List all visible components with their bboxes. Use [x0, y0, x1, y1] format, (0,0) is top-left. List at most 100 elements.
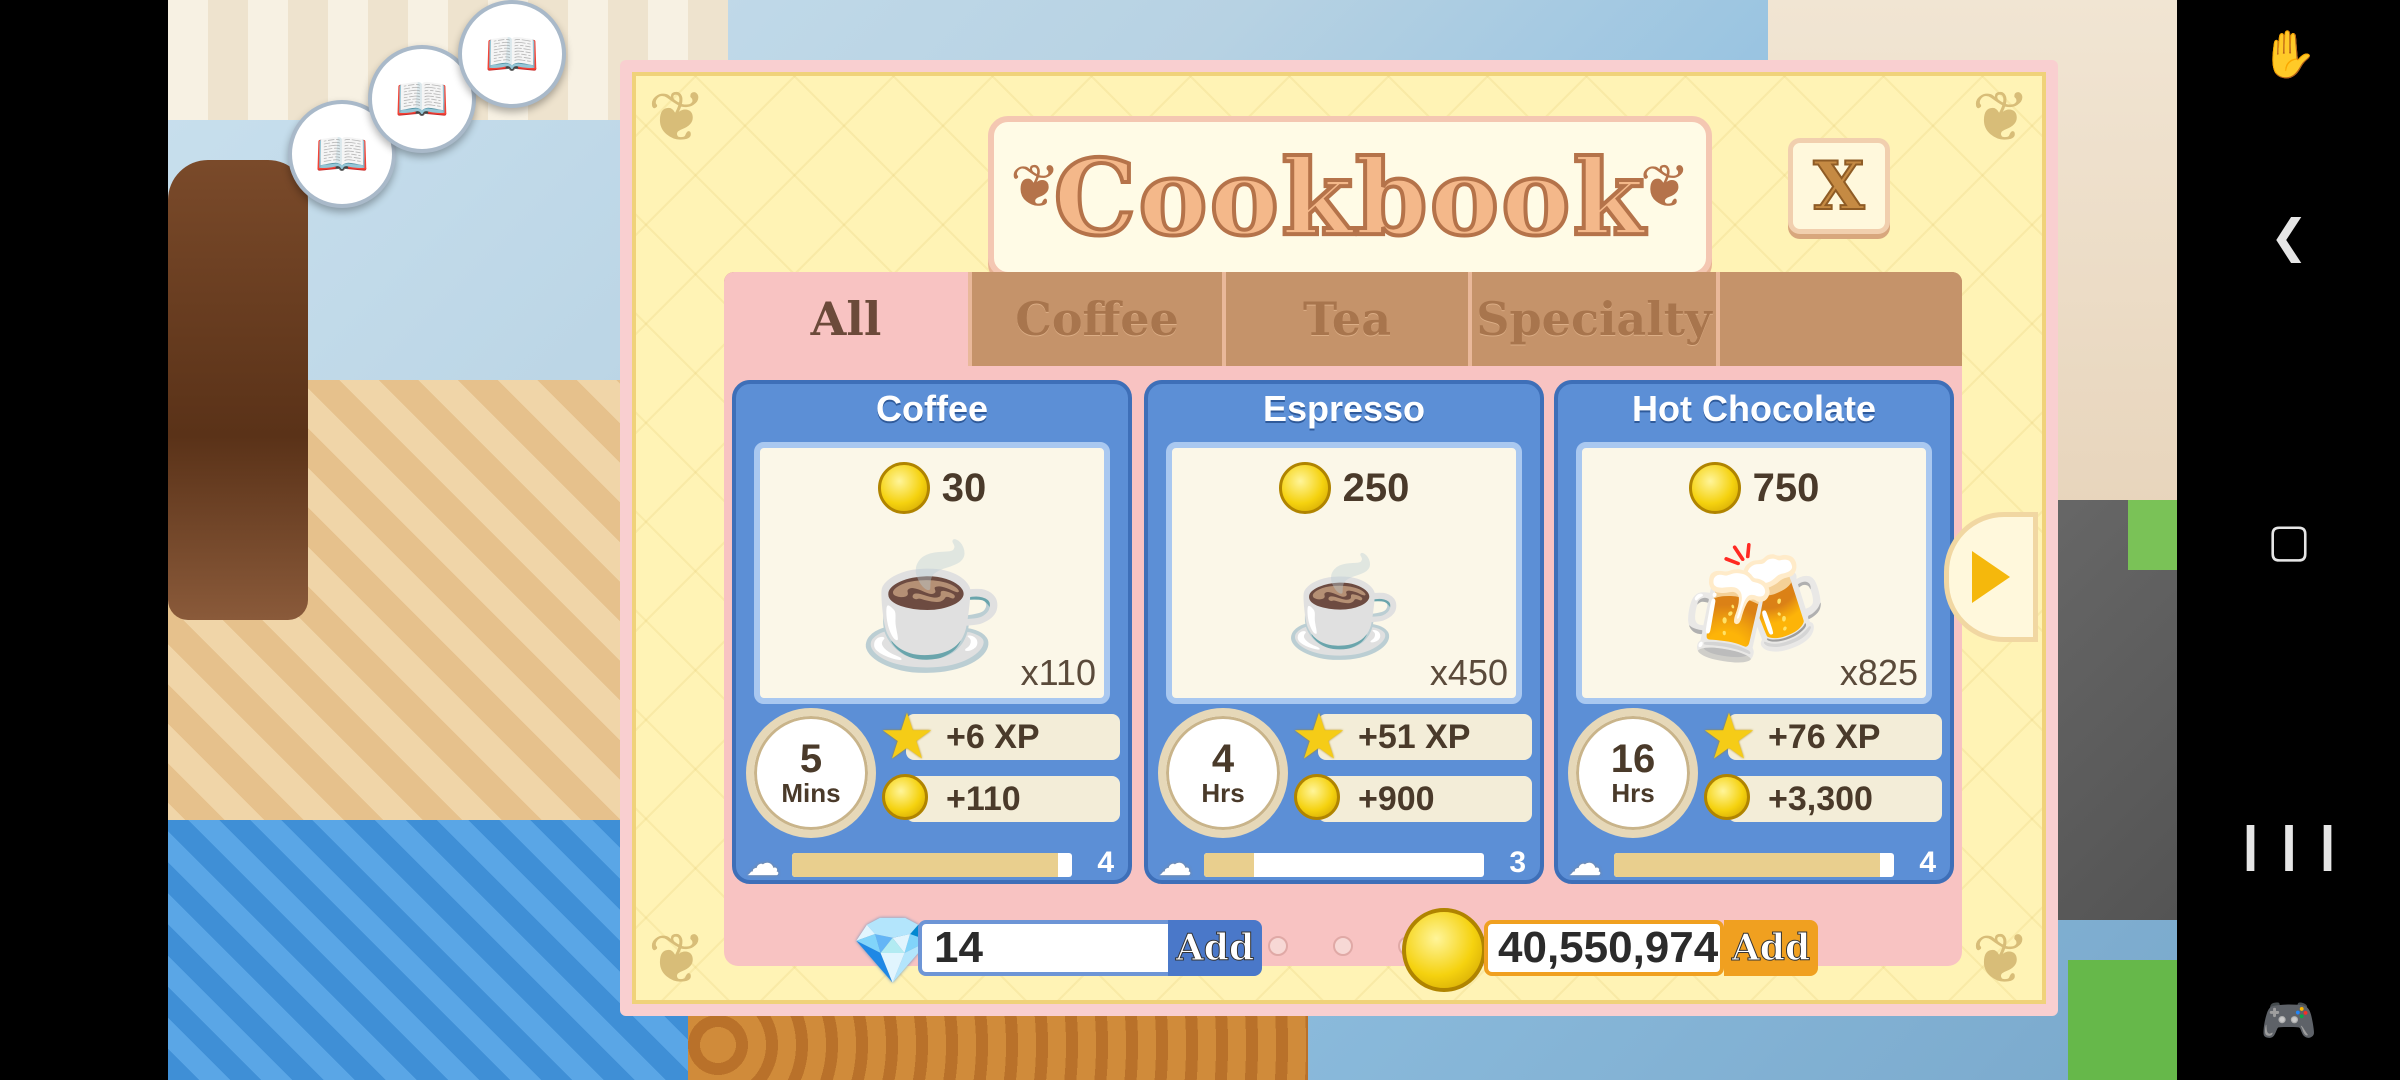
star-icon: ★	[1703, 705, 1755, 768]
cook-time-value: 5	[799, 736, 823, 781]
gem-balance: 💎 14 Add	[848, 914, 1278, 986]
servings-count: x825	[1839, 652, 1918, 693]
screen-touch-icon[interactable]: ✋	[2257, 22, 2321, 86]
recipe-art: 750 🍻 x825	[1576, 442, 1932, 704]
mastery-progress: ☁ 4	[1568, 845, 1944, 883]
title-banner: ❦ Cookbook ❦	[988, 116, 1712, 278]
coin-reward-text: +3,300	[1768, 779, 1873, 818]
xp-reward: ★ +51 XP	[1294, 708, 1532, 766]
servings-count: x450	[1429, 652, 1508, 693]
xp-reward-text: +51 XP	[1358, 717, 1471, 756]
close-button[interactable]: X	[1788, 138, 1890, 234]
arrow-right-icon	[1972, 551, 2010, 603]
coin-balance: 40,550,974 Add	[1402, 908, 1842, 992]
back-icon[interactable]: ❮	[2257, 204, 2321, 268]
tab-all[interactable]: All	[724, 272, 972, 366]
recipe-card-hot-chocolate[interactable]: Hot Chocolate 750 🍻 x825 16 Hrs ★ +76 XP	[1554, 380, 1954, 884]
cook-time-unit: Hrs	[1611, 777, 1655, 808]
clock-icon: 16 Hrs	[1568, 708, 1698, 838]
system-nav-bar: ✋ ❮ ▢ ❙❙❙ 🎮	[2177, 0, 2400, 1080]
swirl-ornament-icon: ❦	[1639, 153, 1690, 220]
cook-time-value: 4	[1211, 736, 1235, 781]
corner-flourish-icon: ❦	[1971, 920, 2031, 998]
scene-grass	[2068, 960, 2177, 1080]
star-icon: ★	[881, 705, 933, 768]
tab-specialty[interactable]: Specialty	[1472, 272, 1720, 366]
coin-icon	[1704, 774, 1750, 820]
xp-reward-text: +76 XP	[1768, 717, 1881, 756]
game-tools-icon[interactable]: 🎮	[2257, 988, 2321, 1052]
chef-hat-icon: ☁	[746, 845, 780, 883]
dialog-title: Cookbook	[1051, 134, 1647, 261]
xp-reward: ★ +6 XP	[882, 708, 1120, 766]
progress-fill	[1614, 853, 1880, 877]
progress-track	[1204, 853, 1484, 877]
coin-reward-text: +900	[1358, 779, 1435, 818]
coin-icon	[1278, 462, 1331, 514]
star-icon: ★	[1293, 705, 1345, 768]
cook-time-unit: Hrs	[1201, 777, 1245, 808]
recipe-price: 250	[1342, 465, 1410, 510]
recipe-price: 750	[1752, 465, 1820, 510]
hot-chocolate-glass-icon: 🍻	[1679, 540, 1829, 674]
page-dot[interactable]	[1333, 936, 1353, 956]
price-row: 250	[1172, 462, 1516, 514]
home-icon[interactable]: ▢	[2257, 508, 2321, 572]
progress-fill	[1204, 853, 1255, 877]
coin-reward: +900	[1294, 774, 1532, 822]
category-tabs: All Coffee Tea Specialty	[724, 272, 1962, 366]
gem-count: 14	[918, 920, 1180, 976]
coin-count: 40,550,974	[1484, 920, 1724, 976]
corner-flourish-icon: ❦	[647, 920, 707, 998]
coin-reward-text: +110	[946, 779, 1021, 818]
cookbook-bubble-icon[interactable]: 📖	[458, 0, 566, 108]
recents-icon[interactable]: ❙❙❙	[2231, 812, 2347, 876]
add-gems-button[interactable]: Add	[1168, 920, 1262, 976]
coin-reward: +3,300	[1704, 774, 1942, 822]
cookbook-dialog: ❦ ❦ ❦ ❦ ❦ Cookbook ❦ X All Coffee Tea Sp…	[620, 60, 2058, 1016]
scene-grass-corner	[2128, 500, 2177, 570]
muffin-display	[688, 1010, 1308, 1080]
mastery-level: 4	[1097, 846, 1114, 879]
swirl-ornament-icon: ❦	[1010, 153, 1061, 220]
corner-flourish-icon: ❦	[1971, 78, 2031, 156]
mastery-progress: ☁ 4	[746, 845, 1122, 883]
recipe-card-coffee[interactable]: Coffee 30 ☕ x110 5 Mins ★ +6 XP +110 ☁ 4	[732, 380, 1132, 884]
xp-reward: ★ +76 XP	[1704, 708, 1942, 766]
chef-hat-icon: ☁	[1158, 845, 1192, 883]
cook-time-value: 16	[1610, 736, 1656, 781]
coin-icon	[882, 774, 928, 820]
corner-flourish-icon: ❦	[647, 78, 707, 156]
recipe-art: 250 ☕ x450	[1166, 442, 1522, 704]
add-coins-button[interactable]: Add	[1724, 920, 1818, 976]
clock-icon: 5 Mins	[746, 708, 876, 838]
espresso-cup-icon: ☕	[1284, 554, 1404, 661]
tab-coffee[interactable]: Coffee	[972, 272, 1226, 366]
coin-reward: +110	[882, 774, 1120, 822]
recipe-name: Espresso	[1262, 388, 1426, 429]
progress-fill	[792, 853, 1058, 877]
recipe-card-espresso[interactable]: Espresso 250 ☕ x450 4 Hrs ★ +51 XP +900 …	[1144, 380, 1544, 884]
mastery-level: 4	[1919, 846, 1936, 879]
price-row: 30	[760, 462, 1104, 514]
coin-icon	[1294, 774, 1340, 820]
progress-track	[1614, 853, 1894, 877]
servings-count: x110	[1020, 652, 1096, 693]
recipe-name: Coffee	[875, 388, 988, 429]
coffee-cup-icon: ☕	[857, 540, 1007, 674]
xp-reward-text: +6 XP	[946, 717, 1040, 756]
coin-icon	[1688, 462, 1741, 514]
progress-track	[792, 853, 1072, 877]
recipe-name: Hot Chocolate	[1631, 388, 1876, 429]
cook-time-unit: Mins	[781, 777, 841, 808]
tab-tea[interactable]: Tea	[1226, 272, 1472, 366]
chef-hat-icon: ☁	[1568, 845, 1602, 883]
recipe-price: 30	[941, 465, 987, 510]
recipe-panel: Coffee 30 ☕ x110 5 Mins ★ +6 XP +110 ☁ 4…	[724, 366, 1962, 966]
tab-empty[interactable]	[1720, 272, 1962, 366]
recipe-art: 30 ☕ x110	[754, 442, 1110, 704]
clock-icon: 4 Hrs	[1158, 708, 1288, 838]
mastery-level: 3	[1509, 846, 1526, 879]
chocolate-fountain[interactable]	[168, 160, 308, 620]
game-viewport[interactable]: 📖 📖 📖 ❦ ❦ ❦ ❦ ❦ Cookbook ❦ X All Coffee …	[168, 0, 2177, 1080]
